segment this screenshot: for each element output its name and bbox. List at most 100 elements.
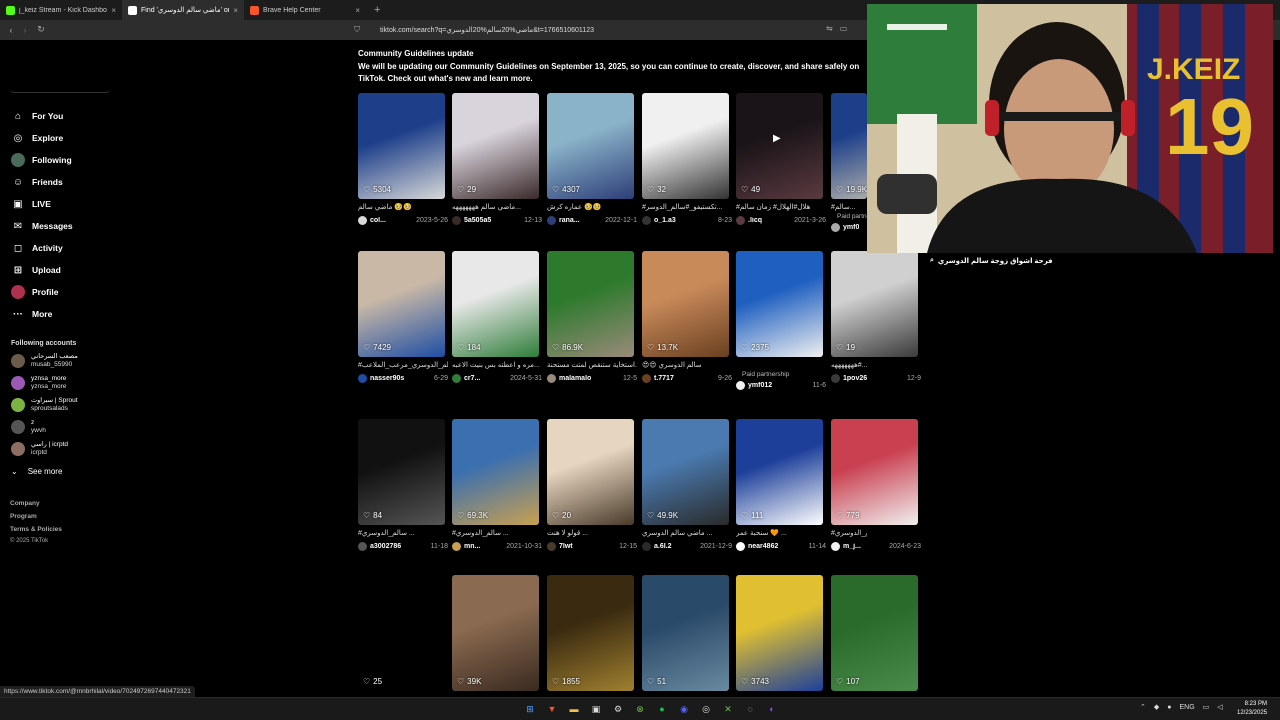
nav-item-explore[interactable]: ◎ Explore	[11, 131, 64, 145]
video-author[interactable]: mn... 2021-10-31	[452, 540, 542, 552]
video-caption[interactable]: #سالم_الدوسري ...	[358, 529, 448, 539]
tray-app-icon[interactable]: ◆	[1154, 703, 1159, 711]
windows-start-icon[interactable]: ⊞	[522, 701, 538, 717]
video-author[interactable]: cr7... 2024-5-31	[452, 372, 542, 384]
video-card[interactable]: ♡ 20	[547, 419, 634, 525]
footer-link[interactable]: Program	[10, 513, 37, 520]
volume-icon[interactable]: ◁	[1217, 703, 1222, 711]
video-caption[interactable]: سنحبة عمر 🧡 ...	[736, 529, 826, 539]
nav-item-for-you[interactable]: ⌂ For You	[11, 109, 63, 123]
video-card[interactable]: ♡ 1855	[547, 575, 634, 691]
video-author[interactable]: malamalo 12-5	[547, 372, 637, 384]
video-card[interactable]: ♡ 5304	[358, 93, 445, 199]
video-author[interactable]: col... 2023-5-26	[358, 214, 448, 226]
search-suggestion[interactable]: ⌕ فرحة اشواق زوجة سالم الدوسري	[930, 257, 1053, 265]
xbox-icon[interactable]: ⊗	[632, 701, 648, 717]
bookmark-icon[interactable]: ⛉	[354, 25, 360, 35]
video-card[interactable]: ♡ 51	[642, 575, 729, 691]
search-bar[interactable]	[10, 87, 110, 93]
new-tab-button[interactable]: +	[366, 4, 388, 16]
video-card[interactable]: ▶ ♡ 49	[736, 93, 823, 199]
tray-expand-icon[interactable]: ⌃	[1140, 703, 1146, 711]
video-caption[interactable]: #هلال#الهلال# زمان سالم	[736, 203, 826, 213]
guidelines-banner[interactable]: Community Guidelines update We will be u…	[358, 48, 868, 85]
video-card[interactable]: ♡ 19	[831, 251, 918, 357]
browser-tab[interactable]: Find 'ماضي سالم الدوسري' on Tik ×	[122, 0, 244, 20]
video-author[interactable]: ymf012 11-6	[736, 379, 826, 391]
video-card[interactable]: ♡ 25	[358, 575, 445, 691]
video-card[interactable]: ♡ 29	[452, 93, 539, 199]
video-card[interactable]: ♡ 84	[358, 419, 445, 525]
close-tab-icon[interactable]: ×	[355, 6, 360, 15]
video-caption[interactable]: #تكستيفو_#سالم_الدوسر...	[642, 203, 732, 213]
discord-icon[interactable]: ◉	[676, 701, 692, 717]
spotify-icon[interactable]: ●	[654, 701, 670, 717]
forward-icon[interactable]: ›	[17, 25, 33, 35]
video-card[interactable]: ♡ 32	[642, 93, 729, 199]
following-account[interactable]: yznsa_more yznsa_more	[11, 375, 66, 391]
clock[interactable]: 8:23 PM 12/23/2025	[1237, 700, 1267, 718]
nav-item-more[interactable]: ··· More	[11, 307, 52, 321]
video-caption[interactable]: ماضي سالم هههههههه...	[452, 203, 542, 213]
video-card[interactable]: ♡ 13.7K	[642, 251, 729, 357]
video-card[interactable]: ♡ 184	[452, 251, 539, 357]
keyboard-language[interactable]: ENG	[1180, 704, 1195, 711]
video-caption[interactable]: قولو لا هنت ...	[547, 529, 637, 539]
obs-icon[interactable]: ◌	[742, 701, 758, 717]
video-caption[interactable]: #سالم_الدوسري_مرعب_الملاعب	[358, 361, 448, 371]
video-caption[interactable]: مره و اعطته بس بنيت الاعبه...	[452, 361, 542, 371]
video-author[interactable]: rana... 2022-12-1	[547, 214, 637, 226]
video-caption[interactable]: سالم الدوسري ضمنن...#هههههههه	[831, 361, 867, 371]
video-caption[interactable]: 😍😍 سالم الدوسري	[642, 361, 732, 371]
video-card[interactable]: ♡ 3743	[736, 575, 823, 691]
brave-icon[interactable]: ▼	[544, 701, 560, 717]
nav-item-activity[interactable]: ◻ Activity	[11, 241, 63, 255]
nav-item-messages[interactable]: ✉ Messages	[11, 219, 73, 233]
video-card[interactable]: ♡ 49.9K	[642, 419, 729, 525]
tray-mic-icon[interactable]: ●	[1167, 704, 1171, 711]
twitch-icon[interactable]: ◐	[764, 701, 780, 717]
browser-tab[interactable]: j_keiz Stream - Kick Dashboard ×	[0, 0, 122, 20]
settings-icon[interactable]: ⚙	[610, 701, 626, 717]
close-tab-icon[interactable]: ×	[111, 6, 116, 15]
file-explorer-icon[interactable]: ▬	[566, 701, 582, 717]
reader-icon[interactable]: ⇋	[826, 24, 833, 33]
video-author[interactable]: ymf0	[831, 221, 867, 233]
video-author[interactable]: a3002786 11-18	[358, 540, 448, 552]
close-tab-icon[interactable]: ×	[233, 6, 238, 15]
video-card[interactable]: ♡ 69.3K	[452, 419, 539, 525]
video-caption[interactable]: #قديم#سالم_الدوسري	[831, 529, 867, 539]
video-card[interactable]: ♡ 86.9K	[547, 251, 634, 357]
following-account[interactable]: سبراوت | Sprout sproutsalads	[11, 397, 78, 413]
video-caption[interactable]: #سالم...	[831, 203, 867, 213]
share-icon[interactable]: ▭	[840, 24, 848, 33]
video-author[interactable]: a.6l.2 2021-12-9	[642, 540, 732, 552]
network-icon[interactable]: ▭	[1203, 703, 1210, 711]
video-card[interactable]: ♡ 39K	[452, 575, 539, 691]
see-more-button[interactable]: ⌄ See more	[11, 467, 62, 476]
nav-item-following[interactable]: Following	[11, 153, 72, 167]
video-caption[interactable]: ماضي سالم 🥹🥹	[358, 203, 448, 213]
footer-link[interactable]: Company	[10, 500, 40, 507]
following-account[interactable]: راسي | icrptd icrptd	[11, 441, 68, 457]
video-card[interactable]: ♡ 111	[736, 419, 823, 525]
video-card[interactable]: ♡ 7429	[358, 251, 445, 357]
video-author[interactable]: nasser90s 6-29	[358, 372, 448, 384]
store-icon[interactable]: ▣	[588, 701, 604, 717]
video-card[interactable]: ♡ 2375	[736, 251, 823, 357]
video-author[interactable]: 5a505a5 12-13	[452, 214, 542, 226]
following-account[interactable]: مصعب السرحاني musab_55990	[11, 353, 78, 369]
video-author[interactable]: 1pov26 12-9	[831, 372, 921, 384]
video-author[interactable]: m_j... 2024-6-23	[831, 540, 921, 552]
video-card[interactable]: ♡ 107	[831, 575, 918, 691]
video-caption[interactable]: ماضي سالم الدوسري ...	[642, 529, 732, 539]
video-card[interactable]: ♡ 19.9K	[831, 93, 867, 199]
url-input[interactable]: tiktok.com/search?q=ماضي%20سالم%20الدوسر…	[380, 23, 825, 37]
nav-item-live[interactable]: ▣ LIVE	[11, 197, 51, 211]
video-author[interactable]: o_1.a3 8-23	[642, 214, 732, 226]
video-author[interactable]: t.7717 9-26	[642, 372, 732, 384]
video-caption[interactable]: عماره كرش 🥹🥹	[547, 203, 637, 213]
footer-link[interactable]: Terms & Policies	[10, 526, 62, 533]
video-card[interactable]: ♡ 4307	[547, 93, 634, 199]
video-author[interactable]: 7lwt 12-15	[547, 540, 637, 552]
